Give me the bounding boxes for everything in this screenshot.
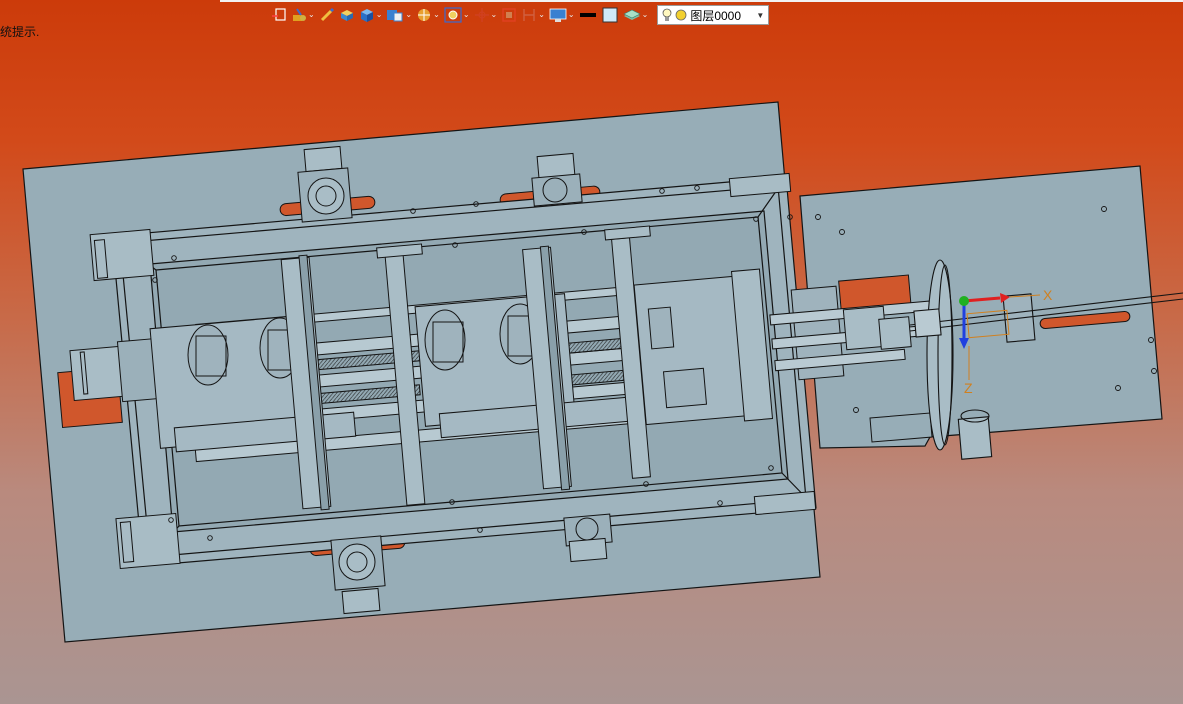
blue-cube-icon [360, 9, 373, 22]
pencil-button[interactable] [318, 5, 336, 25]
display-settings-button[interactable]: ⌄ [548, 5, 576, 25]
view-toolbar: ⌄ ⌄ ⌄ ⌄ ⌄ ⌄ ⌄ ⌄ ⌄ 图层0000 ▼ [270, 4, 770, 26]
fill-color-icon [602, 7, 618, 23]
blue-cube-button[interactable]: ⌄ [358, 5, 384, 25]
chevron-down-icon: ⌄ [433, 10, 440, 19]
layer-stack-icon [622, 9, 641, 20]
section-view-button[interactable] [500, 5, 518, 25]
layer-name: 图层0000 [690, 8, 742, 23]
chevron-down-icon: ⌄ [641, 10, 649, 19]
pan-icon [474, 8, 489, 22]
solid-box-icon [340, 10, 353, 21]
chevron-down-icon: ⌄ [490, 10, 498, 19]
section-view-icon [502, 8, 516, 22]
view-orient-button[interactable]: ⌄ [385, 5, 413, 25]
lightbulb-icon [662, 8, 672, 21]
yellow-dot-icon [675, 9, 687, 21]
z-axis-label: Z [964, 380, 973, 396]
chevron-down-icon: ⌄ [405, 10, 413, 19]
sketch-tool-button[interactable]: ⌄ [290, 5, 316, 25]
zoom-fit-button[interactable]: ⌄ [443, 5, 471, 25]
assembly-model[interactable]: X Z [0, 0, 1183, 704]
chevron-down-icon: ⌄ [375, 10, 383, 19]
chevron-down-icon: ⌄ [308, 10, 315, 19]
chevron-down-icon: ⌄ [538, 10, 545, 19]
line-color-button[interactable] [578, 5, 598, 25]
layer-manager-button[interactable]: ⌄ [622, 5, 650, 25]
pencil-icon [320, 7, 334, 22]
dropdown-arrow-icon: ▼ [756, 10, 765, 20]
x-axis-label: X [1043, 287, 1053, 303]
display-monitor-icon [549, 8, 567, 22]
solid-box-button[interactable] [338, 5, 356, 25]
line-color-icon [579, 13, 596, 17]
measure-button[interactable]: ⌄ [520, 5, 546, 25]
view-orient-icon [387, 10, 403, 22]
measure-icon [523, 9, 535, 21]
sketch-tool-icon [293, 8, 306, 21]
select-filter-button[interactable] [270, 5, 288, 25]
render-style-button[interactable]: ⌄ [415, 5, 441, 25]
layer-dropdown[interactable]: 图层0000 ▼ [657, 5, 770, 25]
right-base-plate[interactable] [799, 165, 1163, 449]
zoom-fit-icon [444, 7, 462, 23]
fill-color-button[interactable] [600, 5, 620, 25]
render-sphere-icon [418, 9, 431, 21]
cad-viewport[interactable]: 统提示. X Z ⌄ ⌄ ⌄ ⌄ ⌄ ⌄ ⌄ ⌄ ⌄ 图层0000 ▼ [0, 0, 1183, 704]
select-filter-icon [272, 8, 286, 21]
pan-button[interactable]: ⌄ [473, 5, 499, 25]
chevron-down-icon: ⌄ [462, 10, 470, 19]
chevron-down-icon: ⌄ [567, 10, 575, 19]
